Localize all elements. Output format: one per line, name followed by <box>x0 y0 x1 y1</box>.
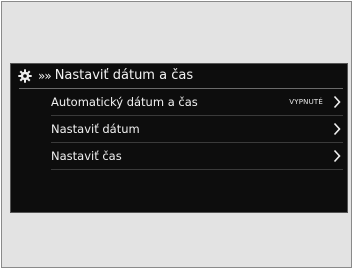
menu-item-label: Nastaviť dátum <box>51 122 140 136</box>
chevron-right-icon <box>333 122 341 136</box>
screen-header: »» Nastaviť dátum a čas <box>11 64 347 88</box>
menu-item-label: Automatický dátum a čas <box>51 95 198 109</box>
menu-item-set-time[interactable]: Nastaviť čas <box>19 143 343 169</box>
chevron-right-icon <box>333 149 341 163</box>
gear-icon[interactable] <box>18 69 32 83</box>
figure-frame: »» Nastaviť dátum a čas Automatický dátu… <box>1 1 352 268</box>
menu-item-set-date[interactable]: Nastaviť dátum <box>19 116 343 142</box>
page-title: Nastaviť dátum a čas <box>54 68 194 83</box>
status-value: VYPNUTÉ <box>289 98 323 106</box>
menu-item-auto-date-time[interactable]: Automatický dátum a čas VYPNUTÉ <box>19 89 343 115</box>
chevron-right-icon <box>333 95 341 109</box>
row-divider <box>51 169 343 170</box>
display-screen: »» Nastaviť dátum a čas Automatický dátu… <box>10 63 348 213</box>
breadcrumb: »» Nastaviť dátum a čas <box>38 67 193 85</box>
breadcrumb-arrows[interactable]: »» <box>38 67 52 85</box>
menu-item-label: Nastaviť čas <box>51 149 122 163</box>
